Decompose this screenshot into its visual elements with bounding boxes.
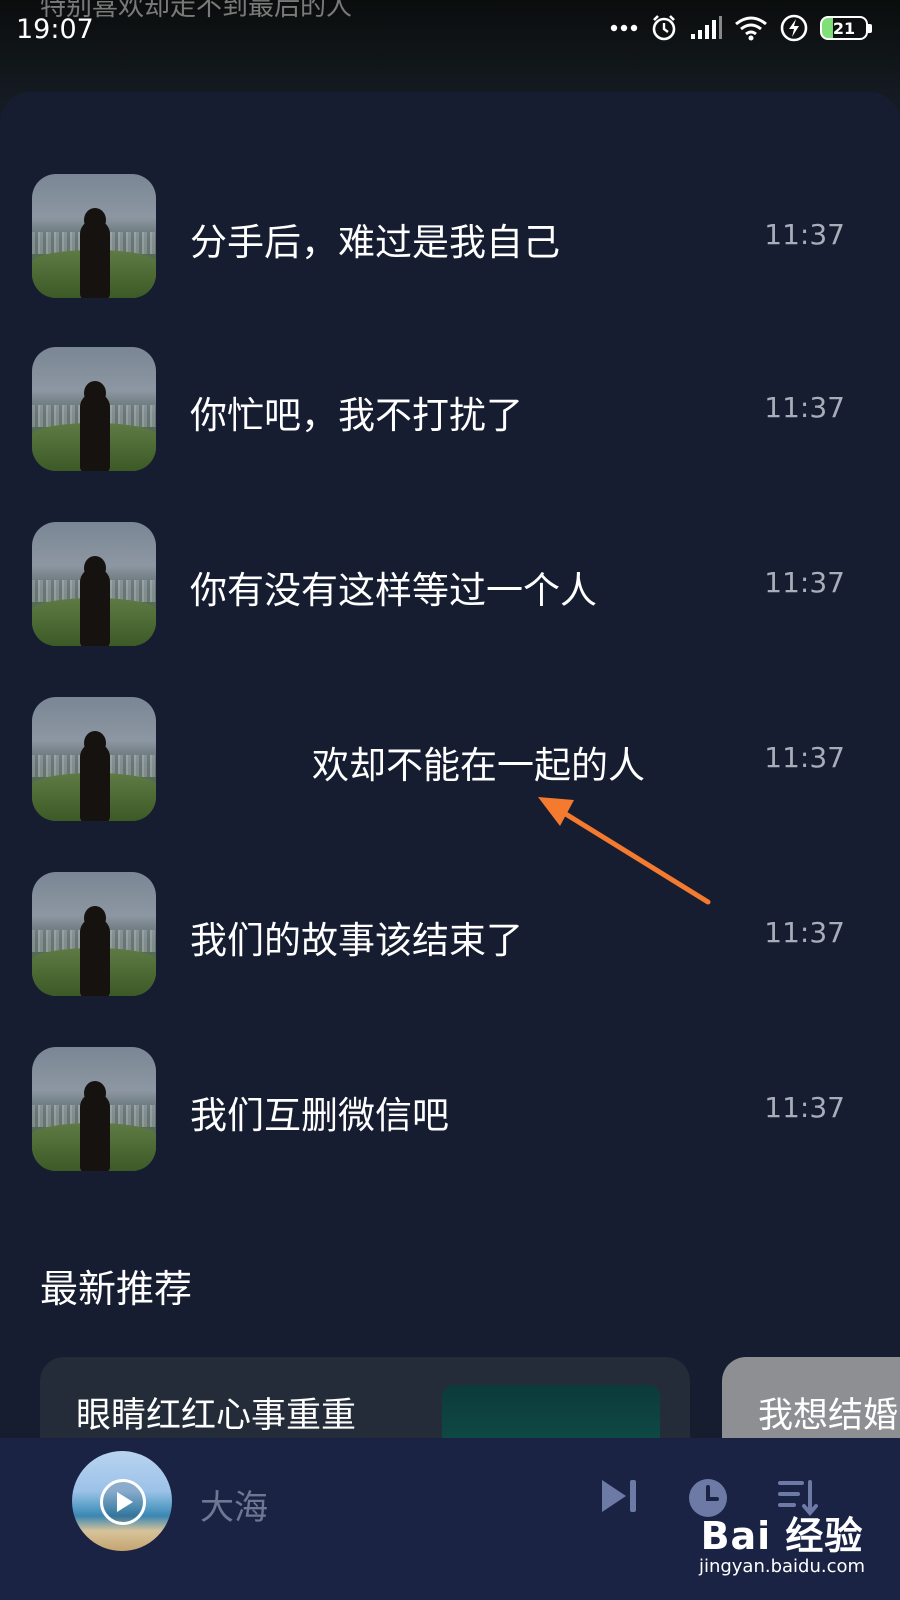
song-cover	[32, 872, 156, 996]
battery-icon: 21	[820, 16, 872, 40]
song-title: 你忙吧，我不打扰了	[190, 394, 523, 437]
song-title: 我们的故事该结束了	[190, 919, 523, 962]
status-time: 19:07	[16, 14, 94, 45]
now-playing-cover[interactable]	[72, 1451, 172, 1551]
song-title: 我们互删微信吧	[190, 1094, 449, 1137]
song-cover	[32, 347, 156, 471]
song-cover	[32, 174, 156, 298]
status-bar: 特别喜欢却走不到最后的人 19:07 21	[0, 0, 900, 60]
song-item[interactable]: 欢却不能在一起的人 11:37	[0, 697, 900, 821]
song-title: 欢却不能在一起的人	[312, 744, 645, 787]
song-item[interactable]: 你忙吧，我不打扰了 11:37	[0, 347, 900, 471]
watermark-url: jingyan.baidu.com	[698, 1556, 866, 1577]
battery-level: 21	[832, 18, 856, 38]
baidu-jingyan-watermark: Bai 经验 jingyan.baidu.com	[692, 1505, 872, 1595]
recommend-section-title: 最新推荐	[40, 1267, 193, 1311]
song-cover	[32, 697, 156, 821]
song-time: 11:37	[764, 741, 845, 774]
watermark-logo: Bai 经验	[700, 1514, 864, 1558]
next-track-icon[interactable]	[600, 1478, 638, 1514]
song-cover	[32, 1047, 156, 1171]
recommend-card-title: 我想结婚	[758, 1396, 899, 1436]
song-item[interactable]: 我们互删微信吧 11:37	[0, 1047, 900, 1171]
screen: 特别喜欢却走不到最后的人 19:07 21 分手后，难过是我自己 11:37 你…	[0, 0, 900, 1600]
alarm-icon	[650, 14, 678, 42]
signal-icon	[690, 16, 722, 40]
status-icons: 21	[610, 14, 872, 42]
song-item[interactable]: 你有没有这样等过一个人 11:37	[0, 522, 900, 646]
song-title: 分手后，难过是我自己	[190, 221, 560, 264]
song-time: 11:37	[764, 566, 845, 599]
wifi-icon	[734, 15, 768, 41]
song-time: 11:37	[764, 1091, 845, 1124]
song-cover	[32, 522, 156, 646]
song-title: 你有没有这样等过一个人	[190, 569, 597, 612]
song-time: 11:37	[764, 391, 845, 424]
now-playing-title: 大海	[200, 1488, 268, 1528]
song-item[interactable]: 分手后，难过是我自己 11:37	[0, 174, 900, 298]
charging-icon	[780, 14, 808, 42]
song-time: 11:37	[764, 218, 845, 251]
song-time: 11:37	[764, 916, 845, 949]
play-icon[interactable]	[100, 1479, 146, 1525]
more-dots-icon	[610, 23, 638, 33]
song-item[interactable]: 我们的故事该结束了 11:37	[0, 872, 900, 996]
song-list-panel: 分手后，难过是我自己 11:37 你忙吧，我不打扰了 11:37 你有没有这样等…	[0, 92, 900, 1422]
recommend-card-title: 眼睛红红心事重重	[76, 1396, 357, 1436]
